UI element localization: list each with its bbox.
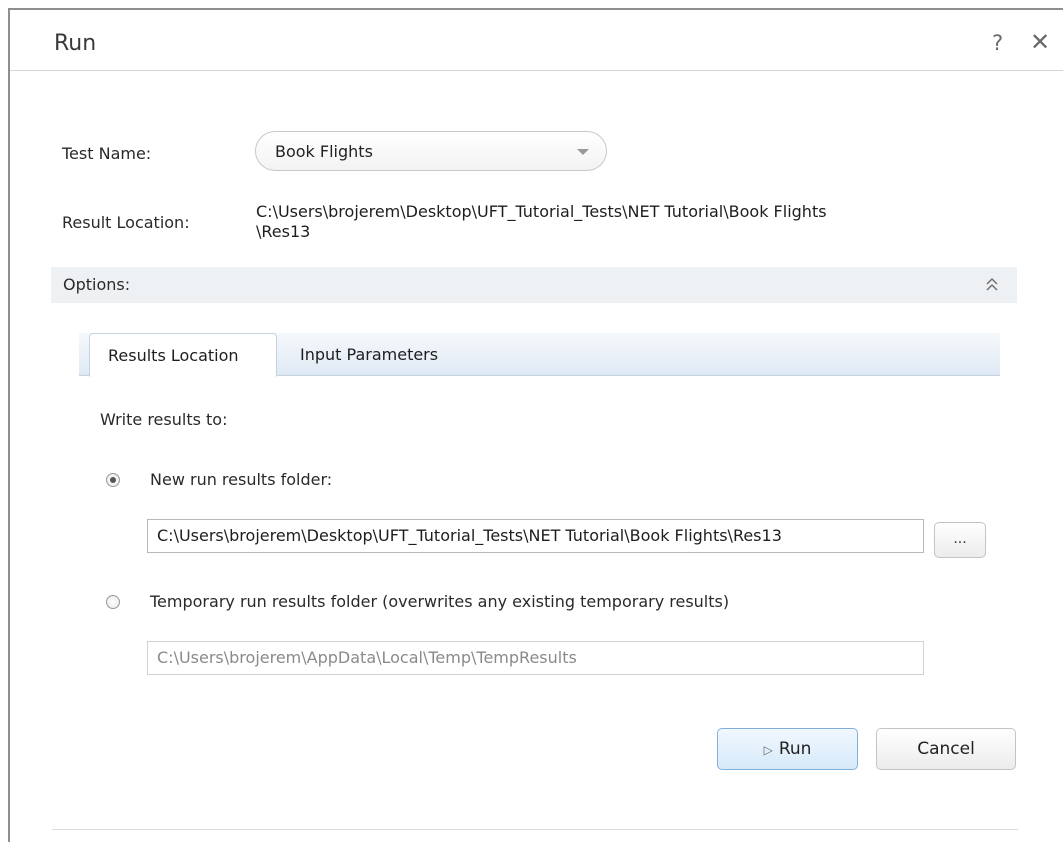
- test-name-label: Test Name:: [62, 144, 152, 163]
- new-folder-path-input[interactable]: C:\Users\brojerem\Desktop\UFT_Tutorial_T…: [147, 519, 924, 553]
- temp-folder-label[interactable]: Temporary run results folder (overwrites…: [150, 592, 729, 611]
- write-results-to-label: Write results to:: [100, 410, 228, 429]
- chevron-down-icon: [577, 149, 589, 155]
- tab-strip: Results Location Input Parameters: [79, 333, 1000, 377]
- options-expander[interactable]: Options:: [51, 267, 1017, 303]
- test-name-dropdown[interactable]: Book Flights: [255, 131, 607, 171]
- result-location-line-2: \Res13: [256, 222, 311, 241]
- options-label: Options:: [63, 275, 131, 294]
- browse-button[interactable]: ...: [934, 522, 986, 558]
- tab-results-location-label: Results Location: [108, 346, 239, 365]
- radio-selected-dot: [110, 477, 116, 483]
- tab-results-location[interactable]: Results Location: [89, 333, 277, 377]
- run-button-label: Run: [778, 739, 812, 759]
- temp-folder-path-input: C:\Users\brojerem\AppData\Local\Temp\Tem…: [147, 641, 924, 675]
- test-name-value: Book Flights: [275, 142, 373, 161]
- cancel-button[interactable]: Cancel: [876, 728, 1016, 770]
- new-folder-radio[interactable]: [106, 473, 120, 487]
- help-icon[interactable]: ?: [992, 31, 1003, 55]
- result-location-value: C:\Users\brojerem\Desktop\UFT_Tutorial_T…: [256, 202, 976, 242]
- temp-folder-radio[interactable]: [106, 595, 120, 609]
- footer-divider: [52, 829, 1018, 830]
- new-folder-label[interactable]: New run results folder:: [150, 470, 332, 489]
- title-divider: [10, 70, 1063, 71]
- play-icon: ▷: [763, 743, 773, 757]
- result-location-line-1: C:\Users\brojerem\Desktop\UFT_Tutorial_T…: [256, 202, 827, 221]
- run-button[interactable]: ▷ Run: [717, 728, 858, 770]
- window-border-left: [8, 8, 10, 842]
- tab-input-parameters[interactable]: Input Parameters: [284, 333, 484, 376]
- title-bar[interactable]: Run ? ✕: [10, 10, 1063, 70]
- close-icon[interactable]: ✕: [1030, 28, 1050, 56]
- tab-input-parameters-label: Input Parameters: [300, 345, 439, 364]
- result-location-label: Result Location:: [62, 213, 190, 232]
- window-title: Run: [54, 31, 97, 56]
- run-dialog: Run ? ✕ Test Name: Book Flights Result L…: [0, 0, 1063, 842]
- collapse-chevron-icon[interactable]: [985, 277, 999, 293]
